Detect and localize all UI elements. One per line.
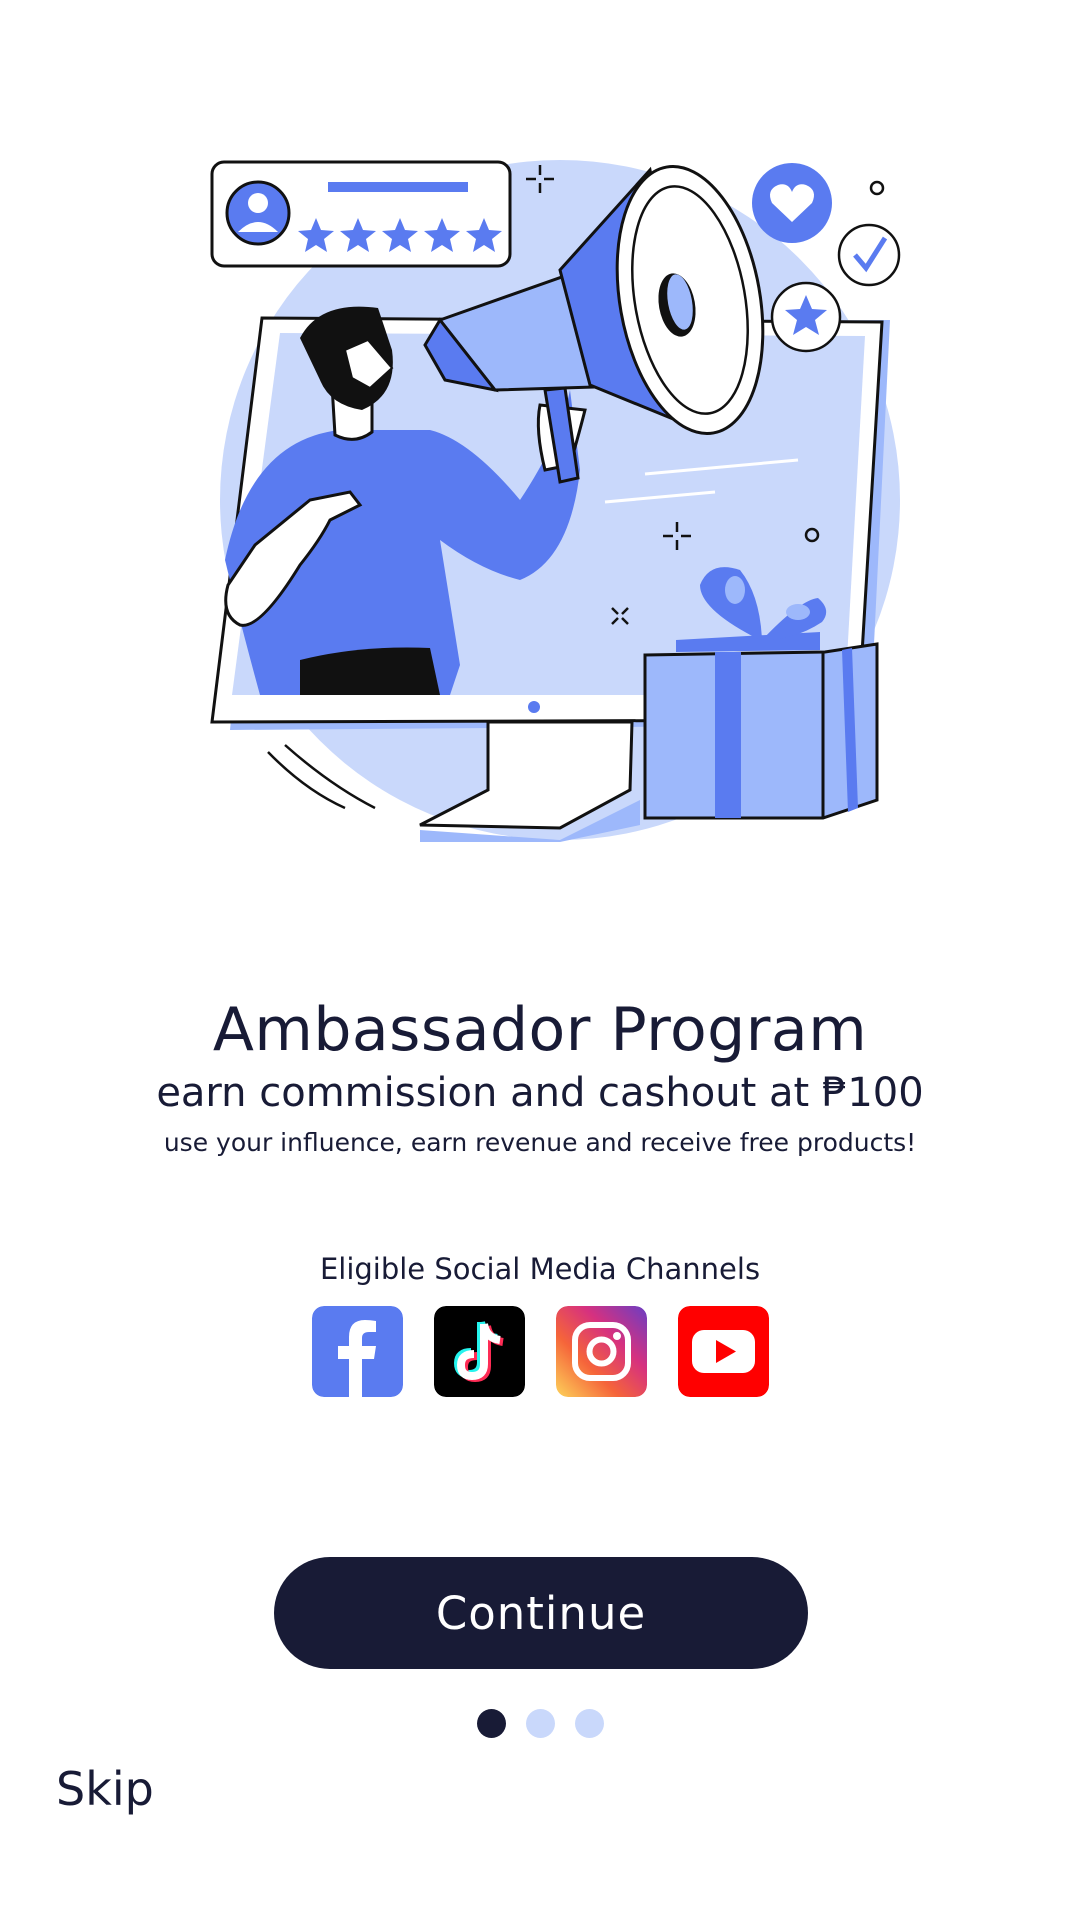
youtube-icon[interactable] [677, 1306, 769, 1397]
page-tagline: use your influence, earn revenue and rec… [163, 1128, 917, 1157]
skip-link[interactable]: Skip [56, 1762, 154, 1816]
instagram-icon[interactable] [555, 1306, 647, 1397]
page-dot-3[interactable] [574, 1709, 604, 1738]
tiktok-icon[interactable] [433, 1306, 525, 1397]
channels-label: Eligible Social Media Channels [319, 1252, 761, 1286]
continue-button[interactable]: Continue [274, 1557, 808, 1669]
ambassador-illustration [210, 160, 901, 842]
page-indicator [0, 1709, 1080, 1738]
page-title: Ambassador Program [212, 995, 868, 1065]
page-dot-2[interactable] [525, 1709, 555, 1738]
page-subtitle: earn commission and cashout at ₱100 [156, 1070, 924, 1116]
social-channel-list [0, 1306, 1080, 1397]
page-dot-1[interactable] [476, 1709, 506, 1738]
facebook-icon[interactable] [311, 1306, 403, 1397]
